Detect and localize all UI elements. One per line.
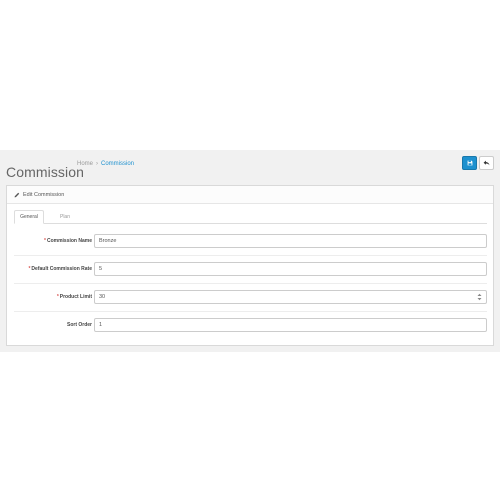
sort-order-label: Sort Order (66, 322, 92, 328)
default-commission-rate-label: Default Commission Rate (31, 266, 92, 272)
pencil-icon (14, 192, 20, 198)
field-label: *Product Limit (57, 290, 92, 304)
default-commission-rate-input[interactable]: 5 (94, 262, 487, 276)
panel-heading: Edit Commission (7, 186, 493, 204)
save-icon (467, 160, 473, 166)
form-row-sort-order: Sort Order 1 (7, 318, 493, 332)
commission-name-input[interactable]: Bronze (94, 234, 487, 248)
breadcrumb-commission[interactable]: Commission (101, 161, 134, 167)
breadcrumb-home[interactable]: Home (77, 161, 93, 167)
required-asterisk: * (44, 238, 46, 244)
back-button[interactable] (479, 156, 494, 170)
form-row-product-limit: *Product Limit 30 (7, 290, 493, 304)
breadcrumb: Home › Commission (77, 161, 134, 167)
row-divider (14, 283, 487, 284)
product-limit-input[interactable]: 30 (94, 290, 487, 304)
product-limit-value: 30 (99, 294, 106, 300)
product-limit-label: Product Limit (59, 294, 92, 300)
field-label: *Default Commission Rate (28, 262, 92, 276)
page-header: Commission Home › Commission (0, 150, 500, 181)
row-divider (14, 311, 487, 312)
tab-general[interactable]: General (14, 210, 44, 224)
required-asterisk: * (56, 294, 59, 300)
form-row-default-commission-rate: *Default Commission Rate 5 (7, 262, 493, 276)
reply-icon (483, 160, 490, 166)
form-row-commission-name: *Commission Name Bronze (7, 234, 493, 248)
breadcrumb-separator-icon: › (96, 161, 99, 167)
stepper-arrows-icon[interactable] (477, 293, 482, 301)
field-label: *Commission Name (44, 234, 92, 248)
commission-name-label: Commission Name (46, 238, 92, 244)
sort-order-input[interactable]: 1 (94, 318, 487, 332)
edit-commission-panel: Edit Commission General Plan *Commission… (6, 185, 494, 346)
save-button[interactable] (462, 156, 477, 170)
field-label: Sort Order (67, 318, 92, 332)
tab-bar: General Plan (14, 210, 487, 224)
row-divider (14, 255, 487, 256)
tab-plan[interactable]: Plan (55, 210, 75, 223)
page-title: Commission (6, 164, 85, 181)
panel-heading-text: Edit Commission (23, 191, 65, 198)
